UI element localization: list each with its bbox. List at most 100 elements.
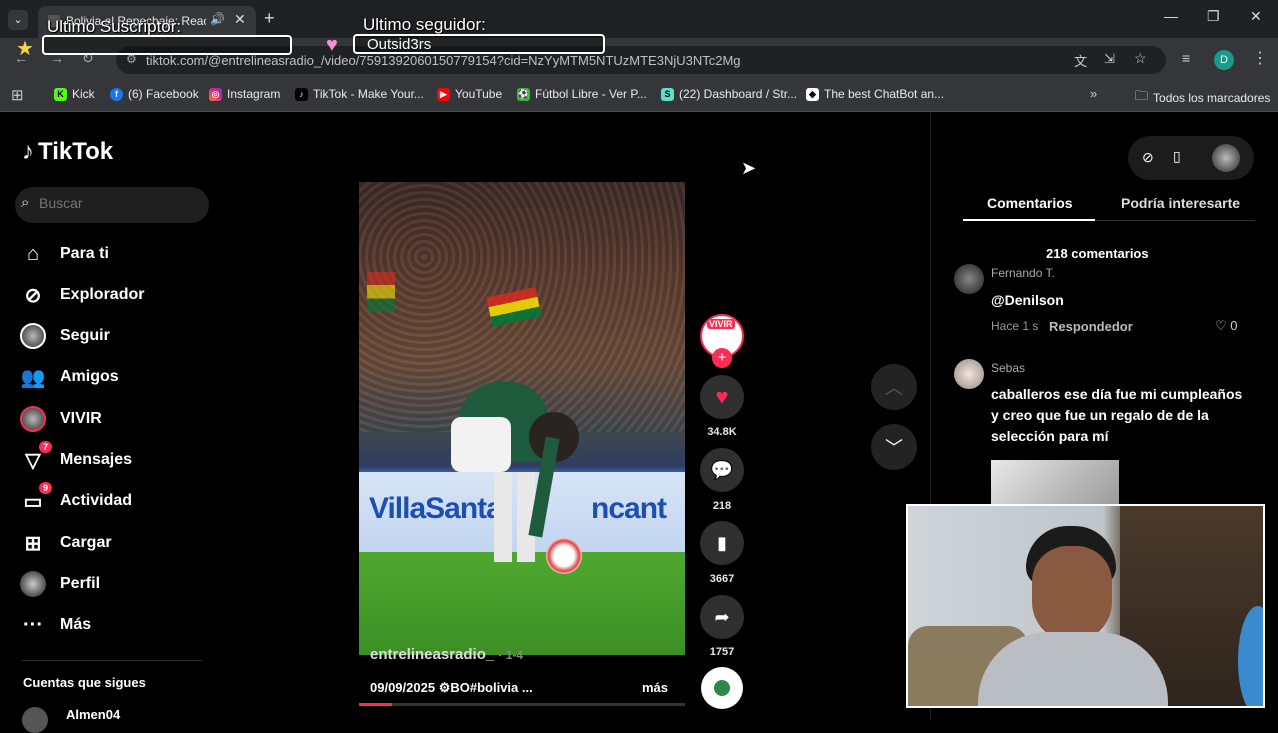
- home-icon: ⌂: [26, 242, 40, 265]
- progress-track[interactable]: [359, 703, 685, 706]
- ad-text-right: ncant: [591, 492, 667, 525]
- kick-icon: K: [54, 87, 67, 101]
- comment-like[interactable]: ♡ 0: [1215, 318, 1238, 334]
- tab-suggested[interactable]: Podría interesarte: [1121, 195, 1240, 211]
- comment-author[interactable]: Sebas: [991, 361, 1025, 375]
- nav-seguir[interactable]: Seguir: [20, 321, 110, 351]
- search-box[interactable]: ⌕: [15, 187, 209, 223]
- bookmark-chatbot[interactable]: ◆ The best ChatBot an...: [806, 87, 944, 101]
- search-input[interactable]: [39, 195, 199, 211]
- browser-menu-icon[interactable]: ⋮: [1252, 48, 1268, 68]
- youtube-icon: ▶: [437, 87, 450, 101]
- bookmark-futbol-libre[interactable]: ⚽ Fútbol Libre - Ver P...: [517, 87, 647, 101]
- nav-para-ti[interactable]: ⌂ Para ti: [20, 239, 109, 269]
- tab-audio-icon[interactable]: 🔊: [210, 12, 225, 26]
- comment-time: Hace 1 s: [991, 319, 1039, 333]
- nav-vivir[interactable]: VIVIR: [20, 404, 102, 434]
- close-window-icon[interactable]: ✕: [1250, 8, 1262, 25]
- tab-active-underline: [963, 219, 1095, 221]
- comment-avatar[interactable]: [954, 359, 984, 389]
- bookmark-tiktok[interactable]: ♪ TikTok - Make Your...: [295, 87, 424, 101]
- tab-underline: [1095, 220, 1255, 221]
- save-button[interactable]: ▮: [700, 521, 744, 565]
- next-video-button[interactable]: ﹀: [871, 424, 917, 470]
- bookmark-youtube[interactable]: ▶ YouTube: [437, 87, 502, 101]
- nav-label: Amigos: [60, 368, 119, 385]
- comment-count-header: 218 comentarios: [1046, 246, 1149, 261]
- previous-video-button[interactable]: ︿: [871, 364, 917, 410]
- video-author[interactable]: entrelineasradio_ · 1-4: [370, 646, 523, 663]
- heart-like-icon: ♥: [715, 384, 729, 409]
- player-leg: [494, 472, 512, 562]
- friends-icon: 👥: [20, 366, 46, 389]
- follower-name: Outsid3rs: [367, 36, 432, 53]
- share-button[interactable]: ➦: [700, 595, 744, 639]
- comment-avatar[interactable]: [954, 264, 984, 294]
- nav-amigos[interactable]: 👥 Amigos: [20, 362, 119, 392]
- save-count: 3667: [709, 573, 735, 585]
- more-caption-button[interactable]: más: [642, 680, 668, 695]
- subscriber-box: [42, 35, 292, 55]
- follow-plus-button[interactable]: +: [712, 348, 732, 368]
- player-shorts: [451, 417, 511, 472]
- tab-search-icon[interactable]: ⌄: [8, 10, 28, 30]
- comment-image[interactable]: [991, 460, 1119, 508]
- video-date: 09/09/2025: [370, 680, 436, 695]
- minimize-icon[interactable]: —: [1164, 8, 1178, 24]
- install-app-icon[interactable]: ⇲: [1104, 51, 1115, 67]
- new-tab-icon[interactable]: +: [264, 8, 275, 29]
- ad-text-left: VillaSanta: [369, 492, 503, 525]
- nav-actividad[interactable]: ▭ 9 Actividad: [20, 482, 133, 516]
- comment-author[interactable]: Fernando T.: [991, 266, 1055, 280]
- video-player[interactable]: VillaSanta ncant: [359, 182, 685, 655]
- nav-label: Seguir: [60, 327, 110, 344]
- tiktok-logo[interactable]: ♪ TikTok: [22, 138, 113, 166]
- comment-count: 218: [712, 500, 732, 512]
- nav-perfil[interactable]: Perfil: [20, 569, 100, 599]
- folder-icon: 🗀: [1135, 88, 1149, 103]
- sidebar-divider: [22, 660, 202, 661]
- nav-label: Actividad: [60, 492, 133, 509]
- bookmark-instagram[interactable]: ◎ Instagram: [209, 87, 280, 101]
- follower-label: Ultimo seguidor:: [363, 15, 486, 34]
- tiktok-logo-text: TikTok: [38, 138, 114, 165]
- webcam-overlay: [906, 504, 1265, 708]
- bookmark-star-icon[interactable]: ☆: [1134, 50, 1147, 67]
- nav-mas[interactable]: ··· Más: [20, 610, 91, 640]
- phone-icon[interactable]: ▯: [1173, 148, 1181, 165]
- nav-explorador[interactable]: ⊘ Explorador: [20, 280, 145, 310]
- maximize-icon[interactable]: ❐: [1207, 8, 1220, 25]
- reply-button[interactable]: Respondedor: [1049, 319, 1133, 334]
- tiktok-note-icon: ♪: [22, 138, 34, 165]
- tab-close-icon[interactable]: ✕: [234, 11, 246, 28]
- chevron-up-icon: ︿: [885, 378, 903, 398]
- coins-icon[interactable]: ⊘: [1142, 149, 1154, 166]
- more-bookmarks-icon[interactable]: »: [1090, 86, 1097, 101]
- chatbot-icon: ◆: [806, 87, 819, 101]
- comment-icon: 💬: [710, 459, 734, 480]
- nav-cargar[interactable]: ⊞ Cargar: [20, 528, 112, 558]
- bookmark-kick[interactable]: K Kick: [54, 87, 95, 101]
- all-bookmarks[interactable]: 🗀 Todos los marcadores: [1135, 87, 1270, 109]
- bookmark-label: Kick: [72, 87, 95, 101]
- nav-mensajes[interactable]: ▽ 7 Mensajes: [20, 441, 132, 475]
- bookmark-icon: ▮: [717, 532, 727, 553]
- apps-grid-icon[interactable]: ⊞: [11, 86, 24, 104]
- user-avatar[interactable]: [1212, 144, 1240, 172]
- sound-disc[interactable]: [701, 667, 743, 709]
- translate-icon[interactable]: 文: [1074, 51, 1087, 70]
- comment-button[interactable]: 💬: [700, 448, 744, 492]
- share-count: 1757: [709, 646, 735, 658]
- facebook-icon: f: [110, 87, 123, 101]
- live-avatar-icon: [20, 406, 46, 432]
- profile-avatar[interactable]: D: [1214, 50, 1234, 70]
- bookmark-dashboard[interactable]: S (22) Dashboard / Str...: [661, 87, 797, 101]
- bookmark-facebook[interactable]: f (6) Facebook: [110, 87, 199, 101]
- following-avatar[interactable]: [22, 707, 48, 733]
- nav-label: Perfil: [60, 575, 101, 592]
- tab-comments[interactable]: Comentarios: [987, 195, 1073, 211]
- webcam-face: [1032, 546, 1112, 642]
- media-control-icon[interactable]: ≡: [1182, 50, 1190, 66]
- like-button[interactable]: ♥: [700, 375, 744, 419]
- live-badge: VIVIR: [707, 319, 735, 329]
